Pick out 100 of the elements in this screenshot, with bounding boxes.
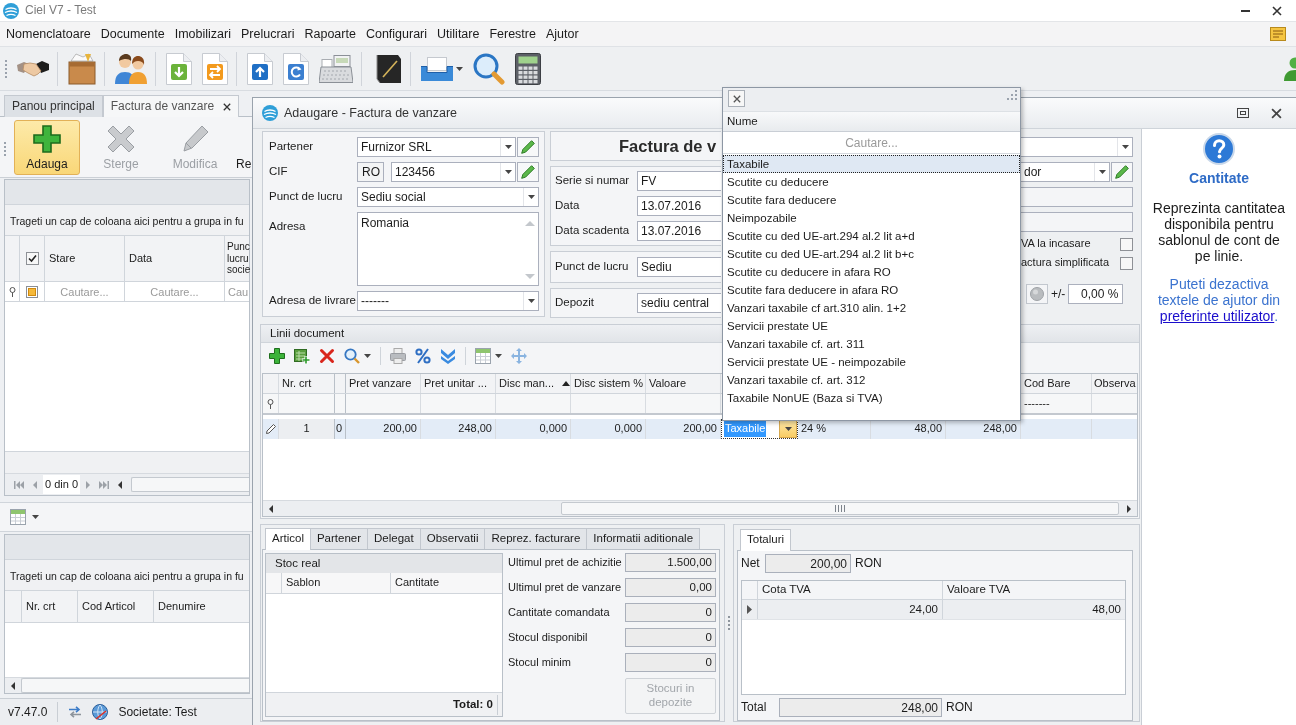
combo-field[interactable] — [1021, 137, 1133, 157]
first-page-icon[interactable] — [14, 480, 24, 489]
option-checkbox[interactable] — [1120, 237, 1133, 251]
caret-icon[interactable] — [527, 195, 535, 199]
square-icon[interactable] — [26, 285, 38, 298]
tab[interactable]: Observatii — [419, 528, 486, 549]
calculator-icon[interactable] — [515, 52, 541, 85]
sync-icon[interactable] — [68, 706, 83, 718]
box-icon[interactable] — [68, 52, 96, 85]
scroll-left-icon[interactable] — [269, 504, 273, 513]
column-header[interactable]: Sablon — [282, 573, 391, 593]
menu-item[interactable]: Ajutor — [540, 23, 584, 45]
search-icon[interactable] — [473, 52, 505, 85]
document-tab[interactable]: Panou principal — [4, 95, 103, 117]
tab[interactable]: Reprez. facturare — [484, 528, 588, 549]
column-header[interactable]: Nr. crt — [22, 591, 78, 622]
column-header[interactable]: Nume — [723, 111, 1020, 132]
plus-icon[interactable] — [269, 348, 285, 364]
column-header[interactable]: Cantitate — [391, 573, 502, 593]
column-header[interactable]: Stare — [45, 236, 125, 281]
text-field[interactable]: FV — [637, 171, 721, 191]
list-item[interactable]: Taxabile NonUE (Baza si TVA) — [723, 389, 1020, 407]
menu-item[interactable]: Documente — [95, 23, 170, 45]
horizontal-scrollbar[interactable] — [131, 477, 249, 492]
grid-row[interactable]: 1 0 200,00 248,00 0,000 0,000 200,00 Taxabile 24 % 48,00 248,00 — [263, 419, 1137, 439]
document-down-icon[interactable] — [166, 52, 192, 85]
column-header[interactable]: Valoare TVA — [943, 581, 1125, 599]
close-icon[interactable] — [1272, 5, 1282, 16]
document-up-icon[interactable] — [247, 52, 273, 85]
text-field[interactable] — [1021, 212, 1133, 232]
column-header[interactable]: Cota TVA — [758, 581, 943, 599]
tab[interactable]: Articol — [265, 528, 311, 550]
menu-item[interactable]: Ferestre — [484, 23, 541, 45]
percent-icon[interactable] — [415, 348, 431, 364]
select-all-checkbox[interactable] — [25, 252, 39, 265]
caret-icon[interactable] — [504, 145, 512, 149]
list-item[interactable]: Servicii prestate UE - neimpozabile — [723, 353, 1020, 371]
last-page-icon[interactable] — [99, 480, 110, 489]
sheet-plus-icon[interactable] — [294, 348, 310, 364]
caret-icon[interactable] — [1098, 170, 1106, 174]
previous-page-icon[interactable] — [33, 480, 37, 489]
column-header[interactable]: Denumire — [154, 591, 249, 622]
scroll-left-icon[interactable] — [118, 480, 123, 489]
menu-item[interactable]: Utilitare — [432, 23, 485, 45]
tile-icon[interactable] — [1270, 27, 1286, 41]
column-header[interactable]: Punc lucru socie — [225, 236, 249, 281]
percent-field[interactable]: 0,00 % — [1068, 284, 1124, 304]
column-header[interactable]: Nr. crt — [279, 374, 335, 393]
document-tab[interactable]: Factura de vanzare — [102, 95, 240, 117]
printer-icon[interactable] — [390, 348, 406, 364]
combo-field[interactable]: dor — [1021, 162, 1110, 182]
menu-item[interactable]: Imobilizari — [169, 23, 236, 45]
list-item[interactable]: Scutite cu ded UE-art.294 al.2 lit b+c — [723, 245, 1020, 263]
close-icon[interactable] — [223, 102, 232, 111]
list-item[interactable]: Scutite cu deducere in afara RO — [723, 263, 1020, 281]
caret-icon[interactable] — [364, 354, 371, 358]
document-swap-icon[interactable] — [202, 52, 228, 85]
column-header[interactable]: Observa — [1092, 374, 1137, 393]
grid-row[interactable]: 24,00 48,00 — [742, 600, 1125, 620]
list-item[interactable]: Vanzari taxabile cf art.310 alin. 1+2 — [723, 299, 1020, 317]
user-icon[interactable] — [1284, 56, 1296, 81]
tab[interactable]: Informatii aditionale — [586, 528, 701, 549]
list-item[interactable]: Neimpozabile — [723, 209, 1020, 227]
caret-icon[interactable] — [456, 66, 463, 71]
text-field[interactable] — [1021, 187, 1133, 207]
column-header[interactable]: Pret unitar ... — [421, 374, 496, 393]
column-header[interactable]: Disc man... — [496, 374, 571, 393]
list-item[interactable]: Scutite fara deducere in afara RO — [723, 281, 1020, 299]
combo-field[interactable]: Sediu social — [357, 187, 539, 207]
list-item[interactable]: Scutite fara deducere — [723, 191, 1020, 209]
menu-item[interactable]: Rapoarte — [299, 23, 361, 45]
caret-icon[interactable] — [504, 170, 512, 174]
horizontal-scrollbar[interactable] — [21, 678, 249, 693]
list-item[interactable]: Scutite cu ded UE-art.294 al.2 lit a+d — [723, 227, 1020, 245]
option-checkbox[interactable] — [1120, 256, 1133, 270]
minimize-icon[interactable] — [1241, 9, 1250, 12]
menu-item[interactable]: Prelucrari — [235, 23, 300, 45]
list-item[interactable]: Vanzari taxabile cf. art. 312 — [723, 371, 1020, 389]
scrollbar-thumb[interactable] — [561, 502, 1119, 515]
combo-field[interactable]: 123456 — [391, 162, 516, 182]
menu-item[interactable]: Configurari — [360, 23, 433, 45]
preferences-link[interactable]: preferinte utilizator — [1159, 307, 1275, 324]
close-icon[interactable] — [1271, 107, 1282, 119]
table-icon[interactable] — [10, 509, 26, 525]
close-button[interactable] — [728, 90, 745, 107]
list-item[interactable]: Taxabile — [723, 155, 1020, 173]
menu-item[interactable]: Nomenclatoare — [1, 23, 96, 45]
scroll-left-icon[interactable] — [11, 681, 15, 690]
cash-register-icon[interactable] — [319, 54, 353, 83]
restore-icon[interactable] — [1237, 108, 1249, 118]
prefix-field[interactable]: RO — [357, 162, 384, 182]
handshake-icon[interactable] — [17, 60, 49, 77]
ribbon-button[interactable]: Re — [236, 120, 252, 175]
text-field[interactable]: 13.07.2016 — [637, 196, 721, 216]
text-field[interactable]: 13.07.2016 — [637, 221, 721, 241]
search-field[interactable]: Cautare... — [723, 132, 1020, 154]
caret-icon[interactable] — [495, 354, 502, 358]
column-header[interactable]: Disc sistem % — [571, 374, 646, 393]
caret-icon[interactable] — [784, 427, 792, 431]
tab[interactable]: Delegat — [367, 528, 421, 549]
